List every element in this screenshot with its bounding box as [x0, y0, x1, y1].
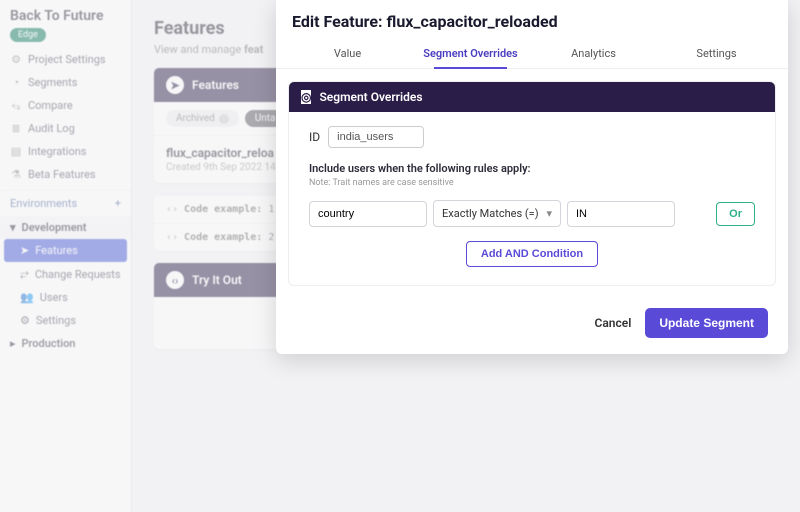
target-icon: ◎ — [301, 90, 311, 104]
edit-feature-dialog: Edit Feature: flux_capacitor_reloaded Va… — [276, 0, 788, 354]
add-and-condition-button[interactable]: Add AND Condition — [466, 241, 598, 267]
tab-settings[interactable]: Settings — [655, 41, 778, 68]
segment-overrides-panel: ◎ Segment Overrides ID Include users whe… — [288, 81, 776, 286]
segment-id-row: ID — [309, 126, 755, 148]
update-segment-button[interactable]: Update Segment — [645, 308, 768, 338]
add-or-button[interactable]: Or — [716, 202, 755, 226]
include-rules-label: Include users when the following rules a… — [309, 162, 755, 175]
segment-id-input[interactable] — [328, 126, 424, 148]
rule-row: Exactly Matches (=) ▾ Or — [309, 200, 755, 227]
cancel-button[interactable]: Cancel — [594, 316, 631, 330]
dialog-tabs: Value Segment Overrides Analytics Settin… — [276, 41, 788, 69]
tab-value[interactable]: Value — [286, 41, 409, 68]
tab-segment-overrides[interactable]: Segment Overrides — [409, 41, 532, 68]
tab-analytics[interactable]: Analytics — [532, 41, 655, 68]
rule-operator-select[interactable]: Exactly Matches (=) ▾ — [433, 200, 561, 227]
segment-panel-header: ◎ Segment Overrides — [289, 82, 775, 112]
operator-value: Exactly Matches (=) — [442, 207, 539, 220]
trait-case-note: Note: Trait names are case sensitive — [309, 178, 755, 188]
add-and-row: Add AND Condition — [309, 241, 755, 267]
dialog-footer: Cancel Update Segment — [276, 298, 788, 354]
rule-value-input[interactable] — [567, 201, 675, 227]
dialog-title: Edit Feature: flux_capacitor_reloaded — [276, 0, 788, 41]
chevron-down-icon: ▾ — [546, 207, 552, 220]
panel-title: Segment Overrides — [319, 90, 422, 104]
segment-panel-body: ID Include users when the following rule… — [289, 112, 775, 285]
rule-trait-input[interactable] — [309, 201, 427, 227]
id-label: ID — [309, 130, 320, 144]
